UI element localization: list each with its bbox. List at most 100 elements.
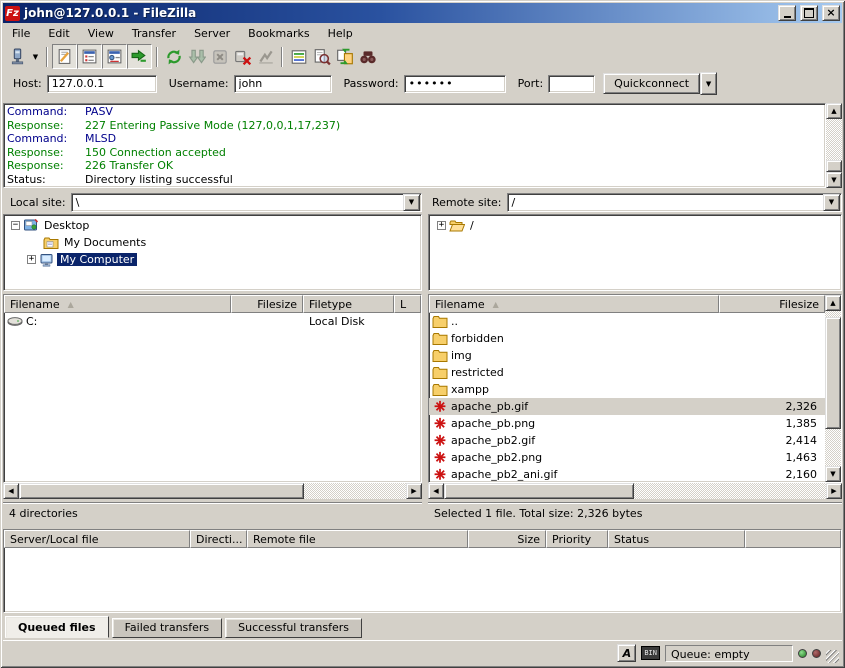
comparison-icon — [313, 48, 331, 66]
maximize-button[interactable] — [800, 5, 818, 21]
tree-item-my-documents[interactable]: My Documents — [4, 234, 421, 251]
column-header-priority[interactable]: Priority — [546, 530, 608, 548]
remote-list-hscrollbar[interactable]: ◀ ▶ — [428, 483, 842, 499]
remote-file-list: Filename▲ Filesize .. forbidden img rest… — [428, 294, 842, 483]
scroll-down-icon[interactable]: ▼ — [826, 172, 842, 188]
menu-transfer[interactable]: Transfer — [123, 25, 185, 42]
selected-tree-item-label: My Computer — [57, 253, 137, 266]
scroll-thumb[interactable] — [825, 317, 841, 429]
scroll-up-icon[interactable]: ▲ — [826, 103, 842, 119]
ascii-transfer-type-icon[interactable]: A — [617, 644, 636, 662]
password-input[interactable] — [404, 75, 506, 93]
quickconnect-button[interactable]: Quickconnect — [603, 73, 700, 94]
tree-item-my-computer[interactable]: + My Computer — [4, 251, 421, 268]
port-input[interactable] — [548, 75, 595, 93]
expand-icon[interactable]: + — [27, 255, 36, 264]
menu-server[interactable]: Server — [185, 25, 239, 42]
scroll-right-icon[interactable]: ▶ — [406, 483, 422, 499]
toggle-message-log-button[interactable] — [52, 44, 77, 69]
column-header-filetype[interactable]: Filetype — [303, 295, 394, 313]
column-header-last-modified[interactable]: L — [394, 295, 421, 313]
tree-item-desktop[interactable]: − Desktop — [4, 217, 421, 234]
chevron-down-icon[interactable]: ▼ — [823, 194, 840, 211]
file-row[interactable]: xampp — [429, 381, 825, 398]
column-header-filename[interactable]: Filename▲ — [429, 295, 719, 313]
column-header-filesize[interactable]: Filesize — [231, 295, 303, 313]
menu-edit[interactable]: Edit — [39, 25, 78, 42]
find-files-button[interactable] — [356, 45, 379, 68]
site-manager-dropdown[interactable]: ▼ — [29, 46, 42, 67]
file-row[interactable]: apache_pb2.gif2,414 — [429, 432, 825, 449]
scroll-thumb[interactable] — [19, 483, 304, 499]
remote-tree-icon — [106, 48, 123, 65]
tab-queued-files[interactable]: Queued files — [5, 616, 109, 638]
file-row-local-disk[interactable]: C: Local Disk — [4, 313, 421, 330]
file-row[interactable]: img — [429, 347, 825, 364]
remote-list-scrollbar[interactable]: ▲ ▼ — [825, 295, 841, 482]
column-header-size[interactable]: Size — [468, 530, 546, 548]
site-manager-icon — [9, 48, 26, 65]
toggle-transfer-queue-button[interactable] — [127, 44, 152, 69]
tab-failed-transfers[interactable]: Failed transfers — [112, 618, 223, 638]
folder-icon — [432, 366, 448, 380]
scroll-right-icon[interactable]: ▶ — [826, 483, 842, 499]
menu-bookmarks[interactable]: Bookmarks — [239, 25, 318, 42]
directory-filters-button[interactable] — [287, 45, 310, 68]
file-row[interactable]: forbidden — [429, 330, 825, 347]
resize-grip[interactable] — [826, 650, 839, 663]
synchronized-browsing-button[interactable] — [333, 45, 356, 68]
process-queue-button[interactable] — [185, 45, 208, 68]
scroll-left-icon[interactable]: ◀ — [428, 483, 444, 499]
file-row[interactable]: apache_pb2_ani.gif2,160 — [429, 466, 825, 483]
collapse-icon[interactable]: − — [11, 221, 20, 230]
file-row-selected[interactable]: apache_pb.gif2,326 — [429, 398, 825, 415]
port-label: Port: — [518, 77, 544, 90]
file-row[interactable]: .. — [429, 313, 825, 330]
site-manager-button[interactable] — [6, 45, 29, 68]
toggle-remote-tree-button[interactable] — [102, 44, 127, 69]
menu-help[interactable]: Help — [319, 25, 362, 42]
file-row[interactable]: restricted — [429, 364, 825, 381]
scroll-thumb[interactable] — [826, 160, 842, 172]
log-scrollbar[interactable]: ▲ ▼ — [826, 103, 842, 188]
username-input[interactable] — [234, 75, 332, 93]
remote-site-combobox[interactable]: / ▼ — [507, 193, 842, 212]
column-header-filesize[interactable]: Filesize — [719, 295, 825, 313]
file-row[interactable]: apache_pb.png1,385 — [429, 415, 825, 432]
local-list-hscrollbar[interactable]: ◀ ▶ — [3, 483, 422, 499]
tab-successful-transfers[interactable]: Successful transfers — [225, 618, 362, 638]
tree-item-root[interactable]: + / — [429, 217, 841, 234]
scroll-down-icon[interactable]: ▼ — [825, 466, 841, 482]
disconnect-button[interactable] — [231, 45, 254, 68]
close-button[interactable]: × — [822, 5, 840, 21]
reconnect-button[interactable] — [254, 45, 277, 68]
column-header-server-local-file[interactable]: Server/Local file — [4, 530, 190, 548]
minimize-button[interactable] — [778, 5, 796, 21]
host-input[interactable] — [47, 75, 157, 93]
menu-view[interactable]: View — [79, 25, 123, 42]
local-site-combobox[interactable]: \ ▼ — [71, 193, 422, 212]
scroll-up-icon[interactable]: ▲ — [825, 295, 841, 311]
minimize-icon — [784, 16, 791, 18]
binary-transfer-type-icon[interactable]: BIN — [641, 646, 660, 660]
toggle-local-tree-button[interactable] — [77, 44, 102, 69]
refresh-button[interactable] — [162, 45, 185, 68]
column-header-filename[interactable]: Filename▲ — [4, 295, 231, 313]
column-header-remote-file[interactable]: Remote file — [247, 530, 468, 548]
column-header-status[interactable]: Status — [608, 530, 745, 548]
column-header-direction[interactable]: Directi... — [190, 530, 247, 548]
local-list-header: Filename▲ Filesize Filetype L — [4, 295, 421, 313]
activity-led-green-icon — [798, 649, 807, 658]
expand-icon[interactable]: + — [437, 221, 446, 230]
file-row[interactable]: apache_pb2.png1,463 — [429, 449, 825, 466]
queue-status-panel: Queue: empty — [665, 645, 793, 662]
menu-file[interactable]: File — [3, 25, 39, 42]
directory-comparison-button[interactable] — [310, 45, 333, 68]
cancel-operation-button[interactable] — [208, 45, 231, 68]
scroll-left-icon[interactable]: ◀ — [3, 483, 19, 499]
quickconnect-dropdown[interactable]: ▼ — [700, 72, 717, 95]
title-bar: Fz john@127.0.0.1 - FileZilla × — [3, 3, 842, 23]
scroll-thumb[interactable] — [444, 483, 634, 499]
log-line: Response:227 Entering Passive Mode (127,… — [7, 119, 825, 133]
chevron-down-icon[interactable]: ▼ — [403, 194, 420, 211]
